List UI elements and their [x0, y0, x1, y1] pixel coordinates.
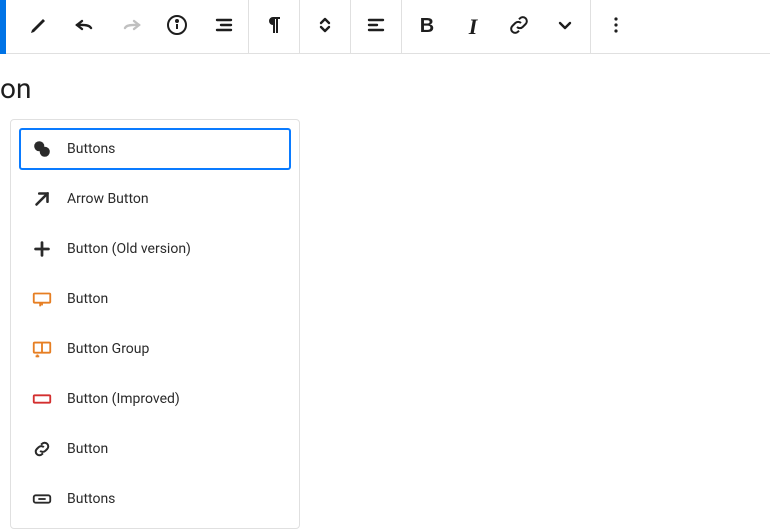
more-options-button[interactable] — [599, 3, 633, 51]
block-option-label: Button — [67, 441, 108, 457]
plus-icon — [31, 238, 53, 260]
button-group-icon — [31, 338, 53, 360]
toolbar-group-4 — [351, 0, 402, 53]
block-option-label: Buttons — [67, 491, 115, 507]
toolbar-group-3 — [300, 0, 351, 53]
block-option-button-group[interactable]: Button Group — [19, 328, 291, 370]
paragraph-icon — [262, 13, 286, 40]
info-icon — [165, 13, 189, 40]
paragraph-button[interactable] — [257, 3, 291, 51]
toolbar-group-6 — [591, 0, 641, 53]
list-outline-icon — [211, 13, 235, 40]
more-formatting-button[interactable] — [548, 3, 582, 51]
content-area: on Buttons Arrow Button Button (Old vers… — [0, 54, 770, 529]
bold-icon: B — [420, 15, 434, 38]
block-option-label: Button — [67, 291, 108, 307]
move-button[interactable] — [308, 3, 342, 51]
buttons-outline-icon — [31, 488, 53, 510]
toolbar-group-1 — [0, 0, 249, 53]
chain-link-icon — [31, 438, 53, 460]
italic-button[interactable]: I — [456, 3, 490, 51]
button-rect-icon — [31, 288, 53, 310]
block-option-label: Arrow Button — [67, 191, 149, 207]
pencil-icon — [27, 13, 51, 40]
chevron-down-icon — [553, 13, 577, 40]
block-option-buttons[interactable]: Buttons — [19, 128, 291, 170]
link-button[interactable] — [502, 3, 536, 51]
block-option-button-improved[interactable]: Button (Improved) — [19, 378, 291, 420]
block-color-indicator — [0, 0, 6, 54]
undo-icon — [73, 13, 97, 40]
block-option-button-old[interactable]: Button (Old version) — [19, 228, 291, 270]
block-option-arrow-button[interactable]: Arrow Button — [19, 178, 291, 220]
block-option-label: Button (Old version) — [67, 241, 191, 257]
align-button[interactable] — [359, 3, 393, 51]
toolbar: B I — [0, 0, 770, 54]
block-option-button-orange[interactable]: Button — [19, 278, 291, 320]
arrow-upright-icon — [31, 188, 53, 210]
outline-button[interactable] — [206, 3, 240, 51]
undo-button[interactable] — [68, 3, 102, 51]
align-left-icon — [364, 13, 388, 40]
buttons-block-icon — [31, 138, 53, 160]
toolbar-group-5: B I — [402, 0, 591, 53]
italic-icon: I — [469, 14, 478, 40]
block-option-buttons-outline[interactable]: Buttons — [19, 478, 291, 520]
redo-button[interactable] — [114, 3, 148, 51]
block-option-label: Button Group — [67, 341, 149, 357]
block-option-label: Buttons — [67, 141, 115, 157]
link-icon — [507, 13, 531, 40]
block-option-label: Button (Improved) — [67, 391, 180, 407]
bold-button[interactable]: B — [410, 3, 444, 51]
page-title-fragment: on — [0, 72, 770, 105]
info-button[interactable] — [160, 3, 194, 51]
button-improved-icon — [31, 388, 53, 410]
chevron-updown-icon — [313, 13, 337, 40]
toolbar-group-2 — [249, 0, 300, 53]
block-inserter-popup: Buttons Arrow Button Button (Old version… — [10, 119, 300, 529]
redo-icon — [119, 13, 143, 40]
edit-button[interactable] — [22, 3, 56, 51]
kebab-icon — [604, 13, 628, 40]
block-option-button-link[interactable]: Button — [19, 428, 291, 470]
